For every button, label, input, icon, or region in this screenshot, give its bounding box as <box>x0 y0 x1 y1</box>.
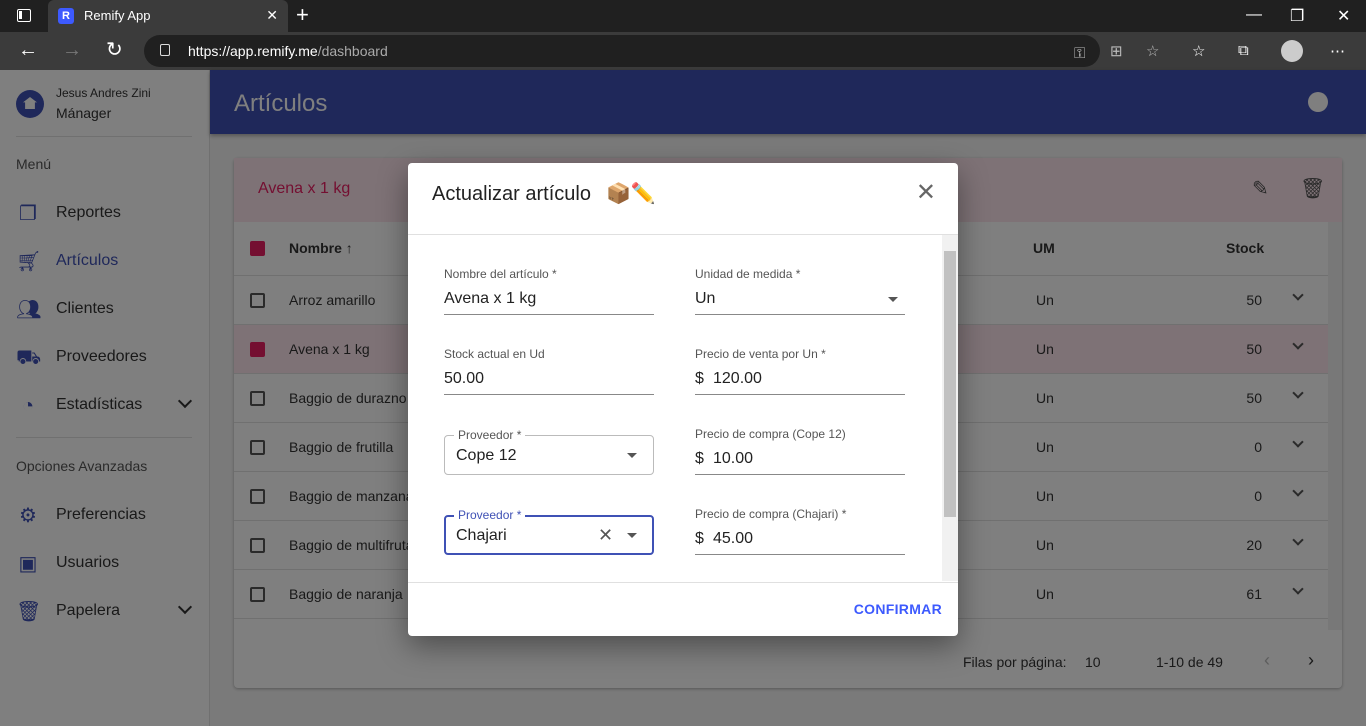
profile-avatar[interactable] <box>1281 40 1303 62</box>
browser-tab-bar: R Remify App ✕ + — ❐ ✕ <box>0 0 1366 32</box>
supplier-1-value: Cope 12 <box>456 447 517 464</box>
supplier-2-input[interactable]: Chajari <box>456 527 507 545</box>
unit-select[interactable]: Un <box>695 290 715 308</box>
buy-price-2-label: Precio de compra (Chajari) * <box>695 507 847 521</box>
sale-price-label: Precio de venta por Un * <box>695 347 826 361</box>
stock-label: Stock actual en Ud <box>444 347 545 361</box>
buy-price-1-underline <box>695 474 905 475</box>
browser-tab[interactable]: R Remify App ✕ <box>48 0 288 32</box>
browser-nav-bar: ← → ↻ https://app.remify.me/dashboard ⚿ … <box>0 32 1366 70</box>
new-tab-icon[interactable]: + <box>296 4 309 26</box>
name-label: Nombre del artículo * <box>444 267 557 281</box>
lock-icon <box>160 44 170 56</box>
tab-title: Remify App <box>84 8 151 23</box>
refresh-icon[interactable]: ↻ <box>106 39 123 61</box>
dialog-divider <box>408 234 958 235</box>
supplier-2-label: Proveedor * <box>454 508 526 522</box>
dialog-divider <box>408 582 958 583</box>
address-bar[interactable]: https://app.remify.me/dashboard ⚿ <box>144 35 1100 67</box>
collections-icon[interactable]: ⧉ <box>1238 42 1249 59</box>
restore-icon[interactable]: ❐ <box>1290 6 1304 26</box>
dropdown-arrow-icon[interactable] <box>888 297 898 302</box>
buy-price-1-field[interactable]: 10.00 <box>713 450 753 468</box>
dialog-scrollbar[interactable] <box>942 235 958 581</box>
minimize-icon[interactable]: — <box>1246 6 1262 24</box>
currency-symbol: $ <box>695 450 704 467</box>
currency-symbol: $ <box>695 370 704 387</box>
box-pencil-emoji-icon: 📦✏️ <box>606 183 656 205</box>
tab-close-icon[interactable]: ✕ <box>266 7 278 24</box>
update-article-dialog: Actualizar artículo 📦✏️ ✕ Nombre del art… <box>408 163 958 636</box>
key-icon[interactable]: ⚿ <box>1074 45 1085 62</box>
sale-price-underline <box>695 394 905 395</box>
close-icon[interactable]: ✕ <box>916 181 936 205</box>
scrollbar-thumb[interactable] <box>944 251 956 517</box>
sale-price-field[interactable]: 120.00 <box>713 370 762 388</box>
confirm-button[interactable]: CONFIRMAR <box>854 601 942 617</box>
buy-price-2-field[interactable]: 45.00 <box>713 530 753 548</box>
back-icon[interactable]: ← <box>18 39 38 61</box>
url-text: https://app.remify.me/dashboard <box>188 43 388 59</box>
currency-symbol: $ <box>695 530 704 547</box>
buy-price-2-underline <box>695 554 905 555</box>
forward-icon[interactable]: → <box>62 39 82 61</box>
unit-label: Unidad de medida * <box>695 267 801 281</box>
add-favorite-icon[interactable]: ☆ <box>1146 42 1159 60</box>
dialog-title: Actualizar artículo <box>432 183 591 205</box>
more-icon[interactable]: ⋯ <box>1330 42 1345 60</box>
window-close-icon[interactable]: ✕ <box>1337 6 1350 26</box>
supplier-1-label: Proveedor * <box>454 428 526 442</box>
buy-price-1-label: Precio de compra (Cope 12) <box>695 427 846 441</box>
name-underline <box>444 314 654 315</box>
stock-field[interactable]: 50.00 <box>444 370 484 388</box>
dropdown-arrow-icon[interactable] <box>627 453 637 458</box>
stock-underline <box>444 394 654 395</box>
tab-actions-icon[interactable] <box>17 9 31 22</box>
name-field[interactable]: Avena x 1 kg <box>444 290 536 308</box>
remify-favicon-icon: R <box>58 8 74 24</box>
apps-icon[interactable]: ⊞ <box>1110 42 1123 60</box>
dropdown-arrow-icon[interactable] <box>627 533 637 538</box>
unit-underline <box>695 314 905 315</box>
favorites-icon[interactable]: ☆ <box>1192 42 1205 60</box>
clear-icon[interactable]: ✕ <box>598 525 613 546</box>
